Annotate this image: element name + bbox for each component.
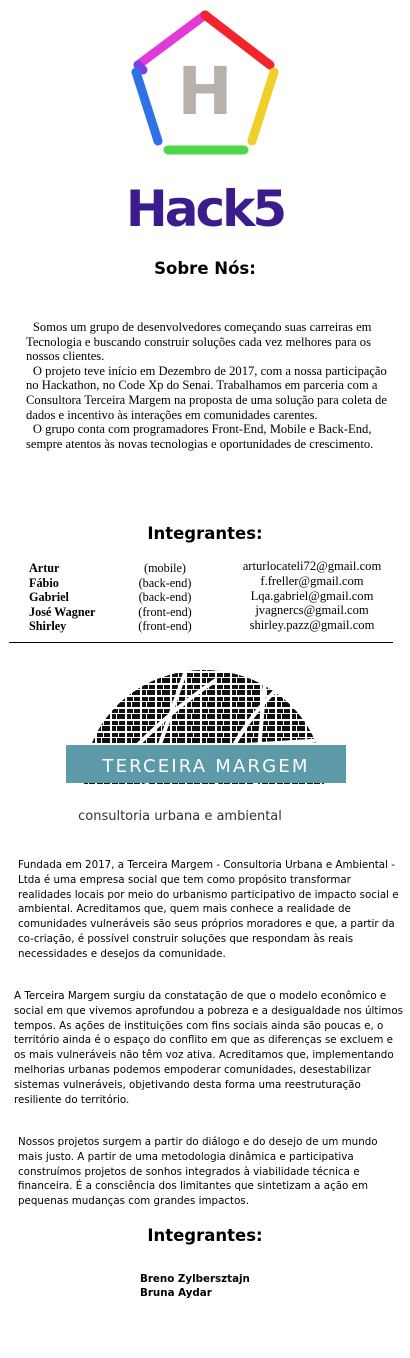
member-role: (front-end) [138, 604, 192, 619]
pentagon-logo-icon: H Hack5 [126, 10, 287, 238]
partner-team-list: Breno Zylbersztajn Bruna Aydar [140, 1272, 340, 1300]
team-emails: arturlocateli72@gmail.com f.freller@gmai… [222, 559, 402, 633]
about-title: Sobre Nós: [154, 259, 256, 278]
partner-paragraph: A Terceira Margem surgiu da constatação … [14, 990, 403, 1106]
partner-paragraph: Fundada em 2017, a Terceira Margem - Con… [18, 859, 399, 960]
about-paragraph: O grupo conta com programadores Front-En… [26, 422, 374, 451]
member-email: f.freller@gmail.com [260, 573, 364, 588]
partner-paragraph: Nossos projetos surgem a partir do diálo… [18, 1136, 378, 1208]
hack5-logo: H Hack5 [112, 4, 298, 240]
about-paragraph: Somos um grupo de desenvolvedores começa… [26, 320, 372, 364]
logo-wordmark: Hack5 [126, 180, 284, 238]
partner-member-name: Bruna Aydar [140, 1287, 212, 1299]
partner-member-name: Breno Zylbersztajn [140, 1273, 250, 1285]
terceira-margem-logo: TERCEIRA MARGEM consultoria urbana e amb… [66, 660, 346, 830]
section-divider [9, 642, 393, 643]
partner-logo-name: TERCEIRA MARGEM [101, 756, 309, 777]
member-name: Gabriel [29, 590, 69, 605]
member-name: José Wagner [29, 604, 96, 619]
about-text: Somos um grupo de desenvolvedores começa… [26, 320, 398, 451]
team-names: Artur Fábio Gabriel José Wagner Shirley [29, 561, 134, 634]
member-role: (back-end) [138, 575, 192, 590]
logo-letter: H [177, 53, 232, 130]
member-role: (mobile) [144, 561, 186, 575]
member-email: jvagnercs@gmail.com [255, 603, 369, 618]
city-map-dome-icon: TERCEIRA MARGEM consultoria urbana e amb… [66, 670, 346, 824]
team-title: Integrantes: [147, 524, 263, 543]
member-name: Shirley [29, 619, 67, 634]
partner-logo-subtitle: consultoria urbana e ambiental [78, 809, 282, 824]
member-email: shirley.pazz@gmail.com [249, 618, 375, 633]
member-name: Artur [29, 561, 60, 575]
member-role: (back-end) [138, 590, 192, 605]
member-name: Fábio [29, 575, 59, 590]
member-email: arturlocateli72@gmail.com [242, 559, 382, 573]
member-role: (front-end) [138, 619, 192, 634]
about-paragraph: O projeto teve início em Dezembro de 201… [26, 363, 387, 422]
member-email: Lqa.gabriel@gmail.com [250, 588, 374, 603]
team-roles: (mobile) (back-end) (back-end) (front-en… [126, 561, 204, 634]
partner-team-title: Integrantes: [147, 1226, 263, 1245]
